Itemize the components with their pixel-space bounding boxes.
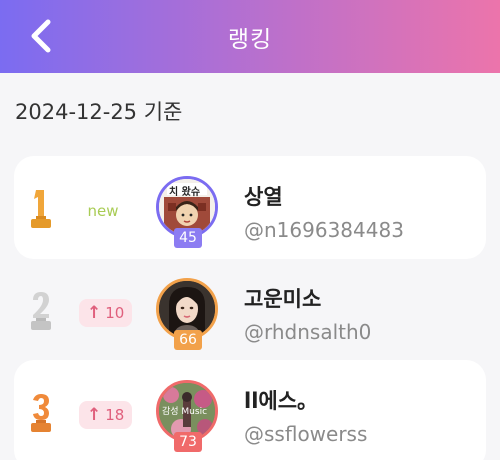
ranking-item-1[interactable]: new 치 왔슈 45 상열 @n1696384483 bbox=[14, 156, 486, 259]
app-header: 랭킹 bbox=[0, 0, 500, 73]
rank-change-label: 10 bbox=[105, 304, 125, 322]
user-name: 상열 bbox=[244, 185, 283, 209]
level-badge: 45 bbox=[174, 228, 202, 248]
user-name: 고운미소 bbox=[244, 287, 322, 311]
user-handle: @rhdnsalth0 bbox=[244, 320, 372, 344]
user-name: ll에스。 bbox=[244, 389, 319, 413]
user-handle: @n1696384483 bbox=[244, 218, 404, 242]
silver-trophy-icon bbox=[31, 292, 51, 330]
rank-change-badge: ↑ 18 bbox=[79, 401, 133, 429]
avatar-image-icon bbox=[159, 281, 215, 337]
rank-change-label: new bbox=[87, 202, 119, 220]
arrow-up-icon: ↑ bbox=[87, 303, 102, 323]
gold-trophy-icon bbox=[31, 190, 51, 228]
rank-change-label: 18 bbox=[105, 406, 125, 424]
rank-change-badge: ↑ 10 bbox=[79, 299, 133, 327]
ranking-item-3[interactable]: ↑ 18 감성 Music 73 ll에스。 @ssflowerss bbox=[14, 360, 486, 460]
rank-change-badge: new bbox=[79, 197, 127, 225]
back-arrow-icon[interactable] bbox=[26, 16, 58, 56]
bronze-trophy-icon bbox=[31, 394, 51, 432]
user-handle: @ssflowerss bbox=[244, 422, 368, 446]
level-badge: 73 bbox=[174, 432, 202, 452]
arrow-up-icon: ↑ bbox=[87, 405, 102, 425]
level-badge: 66 bbox=[174, 330, 202, 350]
avatar-caption: 감성 Music bbox=[162, 407, 208, 417]
page-title: 랭킹 bbox=[227, 26, 273, 53]
ranking-item-2[interactable]: ↑ 10 66 고운미소 @rhdnsalth0 bbox=[14, 258, 486, 361]
avatar-caption: 치 왔슈 bbox=[169, 187, 201, 198]
ranking-date: 2024-12-25 기준 bbox=[15, 100, 183, 124]
